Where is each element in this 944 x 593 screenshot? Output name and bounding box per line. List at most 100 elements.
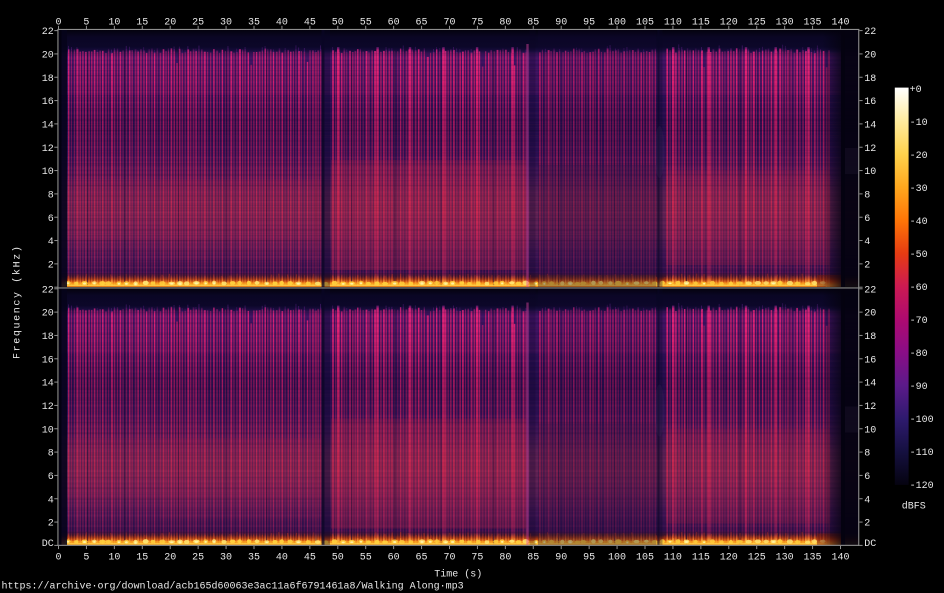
svg-text:105: 105	[636, 17, 654, 28]
svg-text:2: 2	[864, 260, 870, 271]
svg-text:135: 135	[804, 17, 822, 28]
svg-text:35: 35	[248, 552, 260, 563]
svg-text:8: 8	[864, 190, 870, 201]
svg-text:10: 10	[108, 17, 120, 28]
svg-text:6: 6	[48, 214, 54, 225]
svg-text:85: 85	[527, 552, 539, 563]
svg-text:120: 120	[720, 17, 738, 28]
svg-text:-30: -30	[910, 184, 928, 195]
svg-text:2: 2	[48, 519, 54, 530]
svg-text:60: 60	[388, 17, 400, 28]
svg-text:Frequency (kHz): Frequency (kHz)	[12, 245, 24, 359]
svg-text:80: 80	[499, 552, 511, 563]
svg-text:20: 20	[864, 309, 876, 320]
svg-text:50: 50	[332, 552, 344, 563]
svg-text:80: 80	[499, 17, 511, 28]
svg-text:14: 14	[42, 379, 54, 390]
svg-text:55: 55	[360, 552, 372, 563]
svg-text:135: 135	[804, 552, 822, 563]
svg-text:30: 30	[220, 552, 232, 563]
svg-text:100: 100	[608, 552, 626, 563]
svg-text:-10: -10	[910, 118, 928, 129]
svg-text:4: 4	[48, 237, 54, 248]
svg-text:4: 4	[48, 495, 54, 506]
svg-text:30: 30	[220, 17, 232, 28]
svg-text:115: 115	[692, 17, 710, 28]
svg-text:12: 12	[864, 402, 876, 413]
svg-text:10: 10	[42, 425, 54, 436]
svg-text:70: 70	[443, 552, 455, 563]
svg-text:12: 12	[864, 144, 876, 155]
svg-text:2: 2	[864, 519, 870, 530]
svg-text:5: 5	[83, 17, 89, 28]
svg-text:18: 18	[864, 74, 876, 85]
svg-text:125: 125	[748, 17, 766, 28]
svg-text:95: 95	[583, 17, 595, 28]
svg-text:-70: -70	[910, 316, 928, 327]
svg-text:16: 16	[42, 97, 54, 108]
svg-text:18: 18	[42, 332, 54, 343]
svg-text:18: 18	[42, 74, 54, 85]
svg-text:25: 25	[192, 552, 204, 563]
svg-text:-40: -40	[910, 217, 928, 228]
svg-text:10: 10	[864, 167, 876, 178]
svg-text:22: 22	[864, 27, 876, 38]
svg-text:16: 16	[42, 355, 54, 366]
svg-text:75: 75	[471, 17, 483, 28]
svg-text:130: 130	[776, 17, 794, 28]
svg-text:14: 14	[42, 121, 54, 132]
svg-text:-120: -120	[910, 481, 934, 492]
svg-text:14: 14	[864, 121, 876, 132]
svg-text:120: 120	[720, 552, 738, 563]
svg-text:10: 10	[864, 425, 876, 436]
svg-text:15: 15	[136, 552, 148, 563]
svg-text:20: 20	[42, 51, 54, 62]
svg-text:110: 110	[664, 17, 682, 28]
svg-text:16: 16	[864, 97, 876, 108]
svg-text:-80: -80	[910, 349, 928, 360]
svg-text:110: 110	[664, 552, 682, 563]
svg-text:20: 20	[42, 309, 54, 320]
svg-text:125: 125	[748, 552, 766, 563]
svg-text:6: 6	[864, 214, 870, 225]
svg-text:130: 130	[776, 552, 794, 563]
svg-text:15: 15	[136, 17, 148, 28]
svg-text:65: 65	[416, 17, 428, 28]
svg-text:22: 22	[42, 285, 54, 296]
svg-text:90: 90	[555, 552, 567, 563]
svg-text:20: 20	[164, 17, 176, 28]
svg-text:+0: +0	[910, 85, 922, 96]
svg-text:100: 100	[608, 17, 626, 28]
svg-text:105: 105	[636, 552, 654, 563]
svg-text:12: 12	[42, 144, 54, 155]
svg-text:22: 22	[864, 285, 876, 296]
svg-text:85: 85	[527, 17, 539, 28]
svg-text:-100: -100	[910, 415, 934, 426]
svg-text:20: 20	[864, 51, 876, 62]
svg-text:65: 65	[416, 552, 428, 563]
svg-text:6: 6	[48, 472, 54, 483]
svg-text:75: 75	[471, 552, 483, 563]
svg-text:45: 45	[304, 17, 316, 28]
svg-text:0: 0	[55, 17, 61, 28]
svg-text:70: 70	[443, 17, 455, 28]
svg-text:4: 4	[864, 237, 870, 248]
svg-text:8: 8	[48, 449, 54, 460]
svg-text:4: 4	[864, 495, 870, 506]
svg-text:10: 10	[108, 552, 120, 563]
svg-text:95: 95	[583, 552, 595, 563]
svg-text:6: 6	[864, 472, 870, 483]
svg-text:dBFS: dBFS	[902, 501, 926, 513]
svg-text:140: 140	[831, 17, 849, 28]
svg-text:5: 5	[83, 552, 89, 563]
svg-text:10: 10	[42, 167, 54, 178]
svg-text:14: 14	[864, 379, 876, 390]
svg-text:25: 25	[192, 17, 204, 28]
svg-text:50: 50	[332, 17, 344, 28]
svg-text:8: 8	[48, 190, 54, 201]
svg-text:40: 40	[276, 17, 288, 28]
svg-text:40: 40	[276, 552, 288, 563]
svg-text:0: 0	[55, 552, 61, 563]
svg-text:DC: DC	[42, 539, 54, 550]
svg-text:-110: -110	[910, 448, 934, 459]
